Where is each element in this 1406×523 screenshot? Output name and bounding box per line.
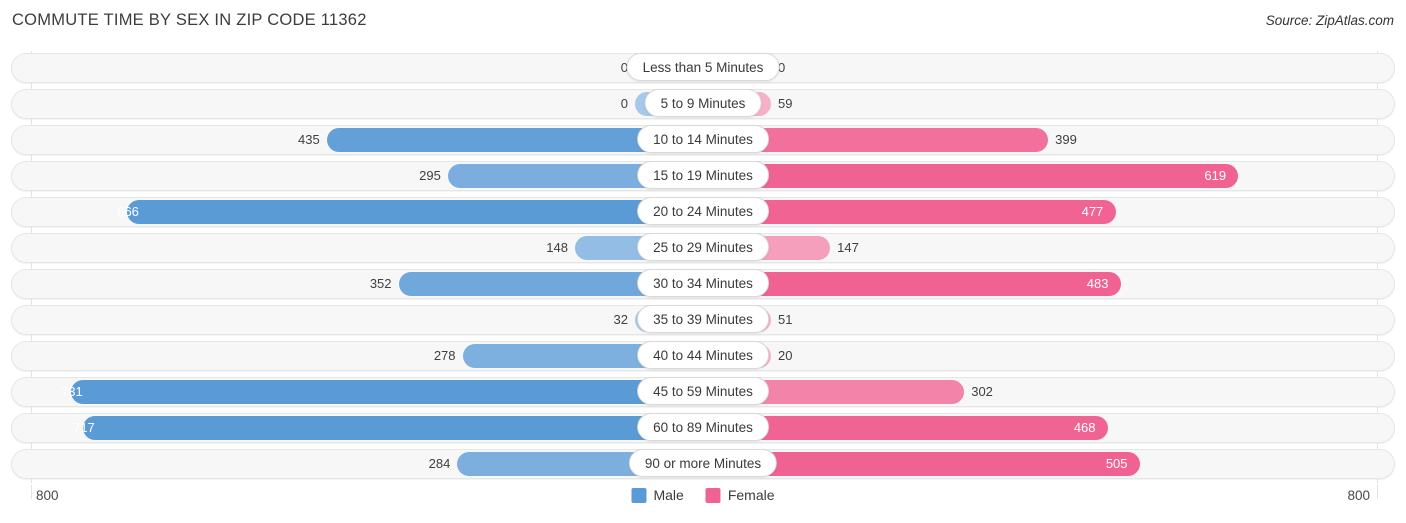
legend-swatch-icon	[631, 487, 647, 503]
table-row[interactable]: 0 59 5 to 9 Minutes	[11, 89, 1395, 119]
bar-male[interactable]	[82, 416, 703, 440]
value-label-male: 32	[613, 312, 628, 327]
axis-tick-right	[1377, 485, 1378, 499]
value-label-female: 619	[1204, 168, 1227, 183]
value-label-female: 20	[778, 348, 793, 363]
table-row[interactable]: 0 0 Less than 5 Minutes	[11, 53, 1395, 83]
row-track: 0 59 5 to 9 Minutes	[12, 89, 1394, 118]
row-track: 278 20 40 to 44 Minutes	[12, 341, 1394, 370]
row-track: 148 147 25 to 29 Minutes	[12, 233, 1394, 262]
row-track: 284 505 90 or more Minutes	[12, 449, 1394, 478]
table-row[interactable]: 731 302 45 to 59 Minutes	[11, 377, 1395, 407]
row-track: 666 477 20 to 24 Minutes	[12, 197, 1394, 226]
category-label: 45 to 59 Minutes	[637, 377, 769, 405]
category-label: Less than 5 Minutes	[626, 53, 780, 81]
chart-legend: Male Female	[631, 487, 775, 503]
table-row[interactable]: 278 20 40 to 44 Minutes	[11, 341, 1395, 371]
category-label: 5 to 9 Minutes	[644, 89, 762, 117]
value-label-female: 59	[778, 96, 793, 111]
chart-footer: 800 800 Male Female	[0, 485, 1406, 523]
value-label-female: 147	[837, 240, 859, 255]
value-label-male: 148	[546, 240, 568, 255]
axis-max-label-left: 800	[36, 488, 59, 503]
category-label: 90 or more Minutes	[628, 449, 778, 477]
value-label-male: 731	[60, 384, 83, 399]
row-track: 352 483 30 to 34 Minutes	[12, 269, 1394, 298]
legend-item-female[interactable]: Female	[705, 487, 775, 503]
bar-male[interactable]	[126, 200, 703, 224]
chart-header: COMMUTE TIME BY SEX IN ZIP CODE 11362 So…	[0, 0, 1406, 46]
row-track: 295 619 15 to 19 Minutes	[12, 161, 1394, 190]
category-label: 35 to 39 Minutes	[637, 305, 769, 333]
source-attribution: Source: ZipAtlas.com	[1265, 13, 1394, 28]
row-track: 32 51 35 to 39 Minutes	[12, 305, 1394, 334]
table-row[interactable]: 717 468 60 to 89 Minutes	[11, 413, 1395, 443]
legend-label: Male	[653, 487, 684, 503]
value-label-female: 302	[971, 384, 993, 399]
legend-item-male[interactable]: Male	[631, 487, 684, 503]
row-track: 0 0 Less than 5 Minutes	[12, 53, 1394, 82]
value-label-female: 399	[1055, 132, 1077, 147]
page-title: COMMUTE TIME BY SEX IN ZIP CODE 11362	[12, 11, 367, 29]
chart-page: COMMUTE TIME BY SEX IN ZIP CODE 11362 So…	[0, 0, 1406, 523]
table-row[interactable]: 284 505 90 or more Minutes	[11, 449, 1395, 479]
value-label-female: 51	[778, 312, 793, 327]
category-label: 25 to 29 Minutes	[637, 233, 769, 261]
category-label: 60 to 89 Minutes	[637, 413, 769, 441]
category-label: 20 to 24 Minutes	[637, 197, 769, 225]
table-row[interactable]: 352 483 30 to 34 Minutes	[11, 269, 1395, 299]
bar-male[interactable]	[70, 380, 703, 404]
bar-female[interactable]	[703, 164, 1239, 188]
table-row[interactable]: 295 619 15 to 19 Minutes	[11, 161, 1395, 191]
value-label-male: 666	[117, 204, 139, 219]
legend-label: Female	[727, 487, 775, 503]
value-label-female: 477	[1081, 204, 1104, 219]
chart-rows: 0 0 Less than 5 Minutes 0 59 5 to 9 Minutes 43…	[0, 51, 1406, 483]
table-row[interactable]: 148 147 25 to 29 Minutes	[11, 233, 1395, 263]
value-label-male: 717	[73, 420, 95, 435]
category-label: 15 to 19 Minutes	[637, 161, 769, 189]
table-row[interactable]: 435 399 10 to 14 Minutes	[11, 125, 1395, 155]
category-label: 30 to 34 Minutes	[637, 269, 769, 297]
table-row[interactable]: 666 477 20 to 24 Minutes	[11, 197, 1395, 227]
value-label-male: 352	[369, 276, 392, 291]
value-label-female: 483	[1086, 276, 1109, 291]
value-label-female: 505	[1105, 456, 1128, 471]
legend-swatch-icon	[705, 487, 721, 503]
category-label: 40 to 44 Minutes	[637, 341, 769, 369]
row-track: 731 302 45 to 59 Minutes	[12, 377, 1394, 406]
value-label-male: 284	[428, 456, 451, 471]
table-row[interactable]: 32 51 35 to 39 Minutes	[11, 305, 1395, 335]
row-track: 435 399 10 to 14 Minutes	[12, 125, 1394, 154]
category-label: 10 to 14 Minutes	[637, 125, 769, 153]
value-label-male: 0	[620, 96, 628, 111]
value-label-male: 435	[298, 132, 320, 147]
value-label-male: 295	[419, 168, 441, 183]
value-label-male: 278	[433, 348, 456, 363]
value-label-female: 468	[1073, 420, 1096, 435]
axis-max-label-right: 800	[1347, 488, 1370, 503]
axis-tick-left	[31, 485, 32, 499]
row-track: 717 468 60 to 89 Minutes	[12, 413, 1394, 442]
